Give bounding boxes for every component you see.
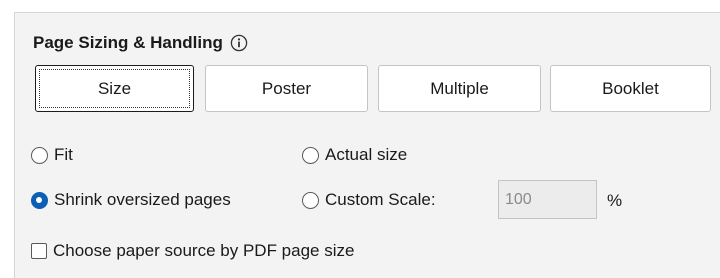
section-title: Page Sizing & Handling: [33, 33, 223, 52]
booklet-button[interactable]: Booklet: [550, 65, 711, 112]
info-circle-icon[interactable]: [230, 34, 248, 52]
paper-source-checkbox[interactable]: [31, 243, 47, 259]
paper-source-option[interactable]: Choose paper source by PDF page size: [31, 241, 354, 261]
page-sizing-panel: Page Sizing & Handling Size Poster Multi…: [14, 12, 720, 278]
custom-scale-option[interactable]: Custom Scale:: [302, 190, 436, 210]
size-button[interactable]: Size: [35, 65, 194, 112]
fit-label: Fit: [54, 145, 73, 164]
percent-label: %: [607, 191, 623, 210]
section-header: Page Sizing & Handling: [33, 33, 248, 53]
actual-size-option[interactable]: Actual size: [302, 145, 407, 165]
actual-size-label: Actual size: [325, 145, 408, 164]
shrink-radio[interactable]: [31, 191, 48, 209]
multiple-button-label: Multiple: [430, 78, 489, 98]
fit-radio[interactable]: [31, 146, 48, 164]
size-button-label: Size: [97, 78, 132, 98]
custom-scale-radio[interactable]: [302, 191, 319, 209]
poster-button-label: Poster: [261, 78, 312, 98]
poster-button[interactable]: Poster: [205, 65, 368, 112]
paper-source-label: Choose paper source by PDF page size: [53, 241, 355, 260]
fit-option[interactable]: Fit: [31, 145, 73, 165]
custom-scale-input[interactable]: [498, 180, 597, 219]
shrink-label: Shrink oversized pages: [54, 190, 231, 209]
actual-size-radio[interactable]: [302, 146, 319, 164]
custom-scale-label: Custom Scale:: [325, 190, 436, 209]
booklet-button-label: Booklet: [602, 78, 659, 98]
multiple-button[interactable]: Multiple: [378, 65, 541, 112]
shrink-option[interactable]: Shrink oversized pages: [31, 190, 231, 210]
